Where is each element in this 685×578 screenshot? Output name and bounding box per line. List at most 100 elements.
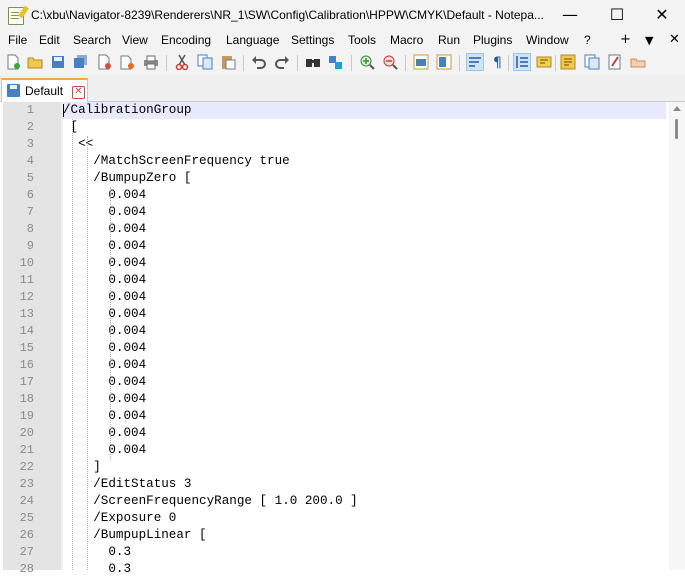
maximize-button[interactable]: ☐: [594, 0, 640, 31]
cut-icon[interactable]: [174, 54, 190, 70]
editor-line[interactable]: 23 /EditStatus 3: [0, 476, 669, 493]
doc-map-icon[interactable]: [560, 54, 576, 70]
editor-line[interactable]: 21 0.004: [0, 442, 669, 459]
line-text[interactable]: 0.004: [63, 221, 666, 238]
menu-plugins[interactable]: Plugins: [473, 33, 512, 47]
word-wrap-icon[interactable]: [466, 53, 484, 71]
line-text[interactable]: /EditStatus 3: [63, 476, 666, 493]
line-text[interactable]: <<: [63, 136, 666, 153]
line-text[interactable]: 0.004: [63, 323, 666, 340]
open-file-icon[interactable]: [27, 54, 43, 70]
line-text[interactable]: 0.004: [63, 272, 666, 289]
replace-icon[interactable]: [328, 54, 344, 70]
close-document-button[interactable]: ✕: [669, 32, 680, 47]
udl-icon[interactable]: [536, 54, 552, 70]
line-text[interactable]: /Exposure 0: [63, 510, 666, 527]
line-text[interactable]: /BumpupLinear [: [63, 527, 666, 544]
line-text[interactable]: 0.004: [63, 442, 666, 459]
copy-icon[interactable]: [197, 54, 213, 70]
folder-workspace-icon[interactable]: [607, 54, 623, 70]
editor-line[interactable]: 11 0.004: [0, 272, 669, 289]
menu-language[interactable]: Language: [226, 33, 279, 47]
editor-line[interactable]: 25 /Exposure 0: [0, 510, 669, 527]
minimize-button[interactable]: —: [547, 0, 593, 31]
line-text[interactable]: 0.3: [63, 544, 666, 561]
line-text[interactable]: /ScreenFrequencyRange [ 1.0 200.0 ]: [63, 493, 666, 510]
line-text[interactable]: ]: [63, 459, 666, 476]
vertical-scrollbar[interactable]: [669, 102, 685, 570]
editor-line[interactable]: 26 /BumpupLinear [: [0, 527, 669, 544]
monitoring-icon[interactable]: [630, 54, 646, 70]
menu-macro[interactable]: Macro: [390, 33, 423, 47]
editor-line[interactable]: 5 /BumpupZero [: [0, 170, 669, 187]
undo-icon[interactable]: [251, 54, 267, 70]
line-text[interactable]: /BumpupZero [: [63, 170, 666, 187]
editor-line[interactable]: 24 /ScreenFrequencyRange [ 1.0 200.0 ]: [0, 493, 669, 510]
menu-run[interactable]: Run: [438, 33, 460, 47]
menu-file[interactable]: File: [8, 33, 27, 47]
find-icon[interactable]: [305, 54, 321, 70]
editor-line[interactable]: 9 0.004: [0, 238, 669, 255]
line-text[interactable]: 0.004: [63, 204, 666, 221]
editor-line[interactable]: 2 [: [0, 119, 669, 136]
zoom-out-icon[interactable]: [382, 54, 398, 70]
editor-line[interactable]: 19 0.004: [0, 408, 669, 425]
editor[interactable]: 1/CalibrationGroup 2 [3 << 4 /MatchScreenF…: [0, 102, 685, 576]
editor-line[interactable]: 1/CalibrationGroup: [0, 102, 669, 119]
editor-line[interactable]: 7 0.004: [0, 204, 669, 221]
paste-icon[interactable]: [220, 54, 236, 70]
editor-line[interactable]: 18 0.004: [0, 391, 669, 408]
close-window-button[interactable]: ✕: [639, 0, 685, 31]
tab-list-dropdown-icon[interactable]: ▼: [645, 34, 653, 47]
save-all-icon[interactable]: [73, 54, 89, 70]
tab-default[interactable]: Default ✕: [1, 78, 88, 102]
editor-line[interactable]: 22 ]: [0, 459, 669, 476]
line-text[interactable]: /MatchScreenFrequency true: [63, 153, 666, 170]
line-text[interactable]: 0.004: [63, 391, 666, 408]
menu-encoding[interactable]: Encoding: [161, 33, 211, 47]
editor-line[interactable]: 12 0.004: [0, 289, 669, 306]
menu-settings[interactable]: Settings: [291, 33, 334, 47]
editor-line[interactable]: 16 0.004: [0, 357, 669, 374]
menu-window[interactable]: Window: [526, 33, 569, 47]
sync-vertical-icon[interactable]: [413, 54, 429, 70]
sync-horizontal-icon[interactable]: [436, 54, 452, 70]
menu-help[interactable]: ?: [584, 33, 591, 47]
zoom-in-icon[interactable]: [359, 54, 375, 70]
line-text[interactable]: 0.004: [63, 408, 666, 425]
add-tab-button[interactable]: +: [620, 32, 631, 47]
line-text[interactable]: 0.004: [63, 374, 666, 391]
editor-line[interactable]: 14 0.004: [0, 323, 669, 340]
editor-line[interactable]: 27 0.3: [0, 544, 669, 561]
menu-tools[interactable]: Tools: [348, 33, 376, 47]
scroll-up-arrow-icon[interactable]: [673, 106, 681, 111]
close-all-icon[interactable]: [119, 54, 135, 70]
line-text[interactable]: 0.004: [63, 340, 666, 357]
editor-line[interactable]: 3 <<: [0, 136, 669, 153]
editor-line[interactable]: 10 0.004: [0, 255, 669, 272]
editor-line[interactable]: 20 0.004: [0, 425, 669, 442]
line-text[interactable]: 0.004: [63, 238, 666, 255]
menu-view[interactable]: View: [122, 33, 148, 47]
line-text[interactable]: 0.004: [63, 255, 666, 272]
tab-close-icon[interactable]: ✕: [72, 86, 85, 99]
line-text[interactable]: [: [63, 119, 666, 136]
show-all-chars-icon[interactable]: ¶: [490, 54, 506, 70]
line-text[interactable]: 0.004: [63, 187, 666, 204]
line-text[interactable]: 0.004: [63, 289, 666, 306]
line-text[interactable]: 0.004: [63, 306, 666, 323]
editor-line[interactable]: 13 0.004: [0, 306, 669, 323]
redo-icon[interactable]: [274, 54, 290, 70]
menu-search[interactable]: Search: [73, 33, 111, 47]
save-icon[interactable]: [50, 54, 66, 70]
editor-line[interactable]: 8 0.004: [0, 221, 669, 238]
line-text[interactable]: /CalibrationGroup: [63, 102, 666, 119]
print-icon[interactable]: [143, 54, 159, 70]
function-list-icon[interactable]: [584, 54, 600, 70]
editor-line[interactable]: 15 0.004: [0, 340, 669, 357]
close-icon[interactable]: [96, 54, 112, 70]
scrollbar-thumb[interactable]: [675, 119, 678, 139]
indent-guide-icon[interactable]: [513, 53, 531, 71]
line-text[interactable]: 0.004: [63, 425, 666, 442]
menu-edit[interactable]: Edit: [39, 33, 60, 47]
